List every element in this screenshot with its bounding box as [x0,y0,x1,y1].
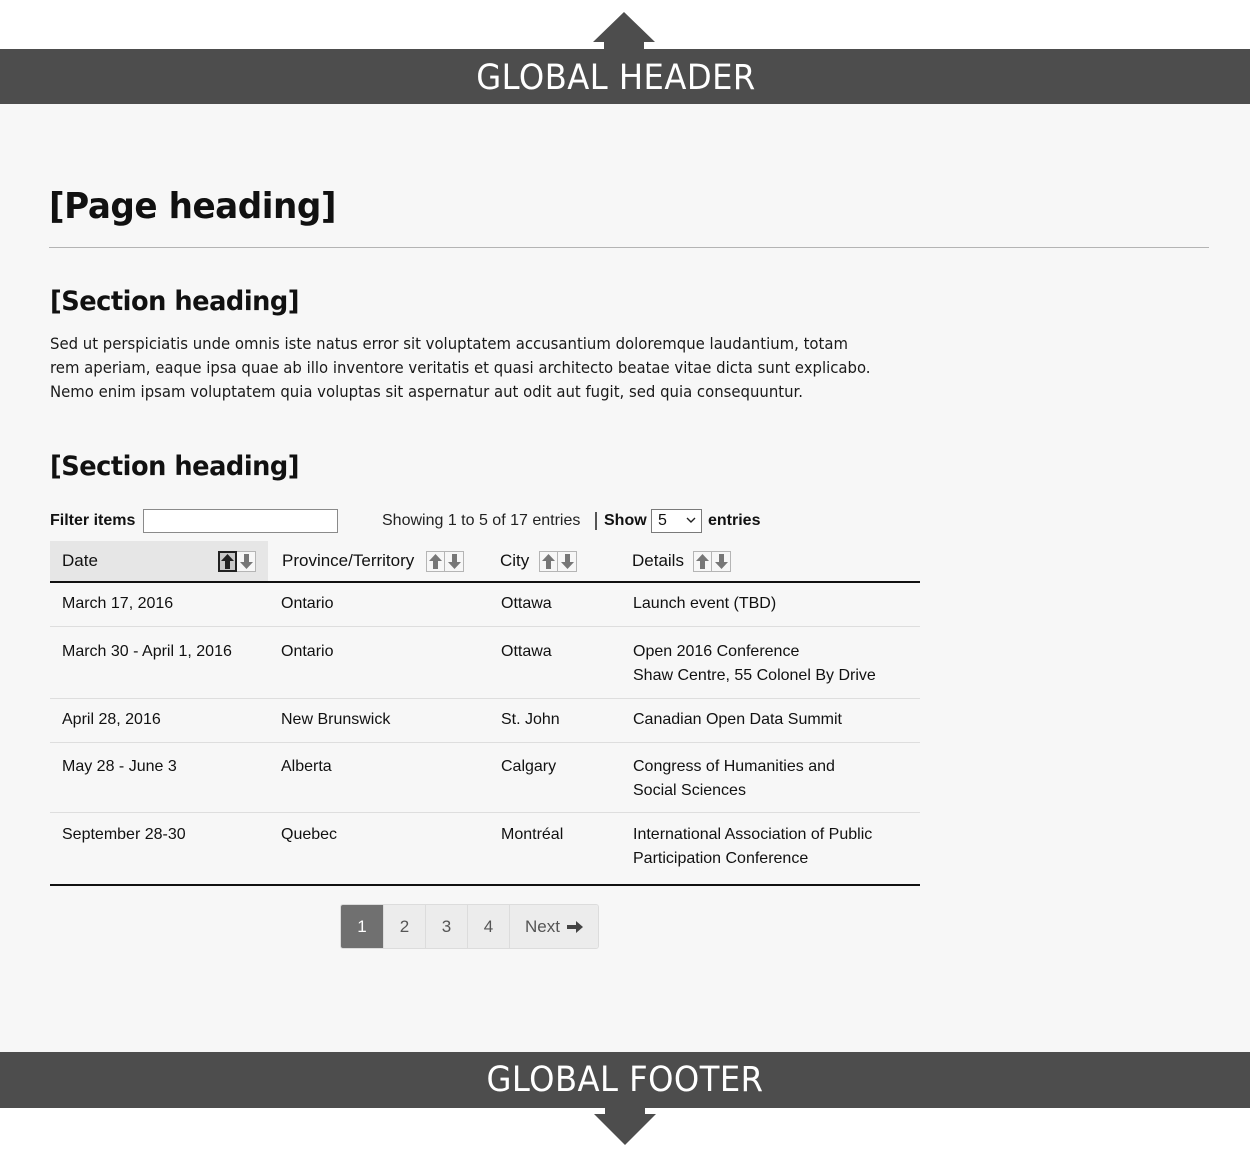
page-button-1[interactable]: 1 [341,905,383,948]
filter-label: Filter items [50,512,136,529]
sort-controls [693,551,731,572]
sort-controls [426,551,464,572]
cell-date: March 30 - April 1, 2016 [62,643,232,660]
cell-province: Quebec [281,826,338,843]
sort-descending-button[interactable] [237,551,256,572]
show-label: Show [604,512,647,529]
table-row: May 28 - June 3 Alberta Calgary Congress… [50,743,920,813]
page-title: [Page heading] [49,186,337,227]
section-heading: [Section heading] [50,451,300,482]
sort-controls [539,551,577,572]
arrow-down-icon [714,554,728,569]
page-size-value: 5 [658,512,667,529]
column-label: Province/Territory [282,551,415,570]
sort-controls [218,551,256,572]
cell-date: March 17, 2016 [62,595,174,612]
cell-city: Montréal [501,826,564,843]
arrow-up-icon [593,12,655,52]
sort-descending-button[interactable] [712,551,731,572]
heading-divider [49,247,1209,248]
column-label: Date [62,551,98,570]
cell-city: Ottawa [501,595,552,612]
cell-province: New Brunswick [281,711,391,728]
page-size-select[interactable]: 5 [651,509,702,533]
paragraph-line: Sed ut perspiciatis unde omnis iste natu… [50,334,848,353]
arrow-down-icon [447,554,461,569]
table-body: March 17, 2016 Ontario Ottawa Launch eve… [50,583,920,886]
details-line: Social Sciences [633,782,746,799]
sort-descending-button[interactable] [445,551,464,572]
cell-city: Calgary [501,758,557,775]
controls-divider [595,512,597,530]
cell-details: Launch event (TBD) [633,592,776,616]
cell-details: Congress of Humanities and Social Scienc… [633,755,835,803]
cell-details: International Association of Public Part… [633,823,872,871]
column-header-details[interactable]: Details [620,541,920,581]
cell-province: Alberta [281,758,332,775]
cell-city: Ottawa [501,643,552,660]
events-table: Date Province/Territory City Details Mar… [50,541,920,886]
table-row: April 28, 2016 New Brunswick St. John Ca… [50,699,920,743]
table-row: March 30 - April 1, 2016 Ontario Ottawa … [50,627,920,699]
page-button-3[interactable]: 3 [425,905,467,948]
arrow-down-icon [560,554,574,569]
arrow-up-icon [542,554,555,569]
table-row: March 17, 2016 Ontario Ottawa Launch eve… [50,583,920,627]
page-button-4[interactable]: 4 [467,905,509,948]
next-page-button[interactable]: Next [509,905,598,948]
arrow-up-icon [221,554,234,569]
section-paragraph: Sed ut perspiciatis unde omnis iste natu… [50,332,880,404]
cell-date: September 28-30 [62,826,186,843]
arrow-up-icon [696,554,709,569]
column-header-date[interactable]: Date [50,541,268,581]
sort-ascending-button[interactable] [218,551,237,572]
entries-summary: Showing 1 to 5 of 17 entries [382,512,581,529]
cell-date: April 28, 2016 [62,711,161,728]
details-line: Congress of Humanities and [633,758,835,775]
details-line: Canadian Open Data Summit [633,711,842,728]
details-line: International Association of Public [633,826,873,843]
details-line: Shaw Centre, 55 Colonel By Drive [633,667,876,684]
sort-ascending-button[interactable] [539,551,558,572]
pagination: 1 2 3 4 Next [340,904,599,949]
filter-input[interactable] [143,509,338,533]
global-header-label: GLOBAL HEADER [476,58,756,98]
chevron-down-icon [686,517,696,523]
column-header-province[interactable]: Province/Territory [268,541,488,581]
paragraph-line: rem aperiam, eaque ipsa quae ab illo inv… [50,358,871,377]
table-header: Date Province/Territory City Details [50,541,920,583]
cell-province: Ontario [281,643,334,660]
entries-label: entries [708,512,761,529]
column-label: City [500,551,530,570]
paragraph-line: Nemo enim ipsam voluptatem quia voluptas… [50,382,804,401]
cell-details: Canadian Open Data Summit [633,708,842,732]
cell-date: May 28 - June 3 [62,758,177,775]
cell-city: St. John [501,711,560,728]
page-button-2[interactable]: 2 [383,905,425,948]
arrow-down-icon [594,1107,656,1145]
next-label: Next [525,917,560,936]
sort-descending-button[interactable] [558,551,577,572]
details-line: Launch event (TBD) [633,595,777,612]
column-header-city[interactable]: City [488,541,620,581]
column-label: Details [632,551,684,570]
sort-ascending-button[interactable] [693,551,712,572]
arrow-up-icon [429,554,442,569]
details-line: Participation Conference [633,850,809,867]
table-row: September 28-30 Quebec Montréal Internat… [50,813,920,886]
cell-details: Open 2016 Conference Shaw Centre, 55 Col… [633,640,876,688]
global-footer-label: GLOBAL FOOTER [486,1060,764,1100]
details-line: Open 2016 Conference [633,643,800,660]
section-heading: [Section heading] [50,286,300,317]
cell-province: Ontario [281,595,334,612]
sort-ascending-button[interactable] [426,551,445,572]
arrow-right-icon [566,920,583,933]
arrow-down-icon [239,554,253,569]
